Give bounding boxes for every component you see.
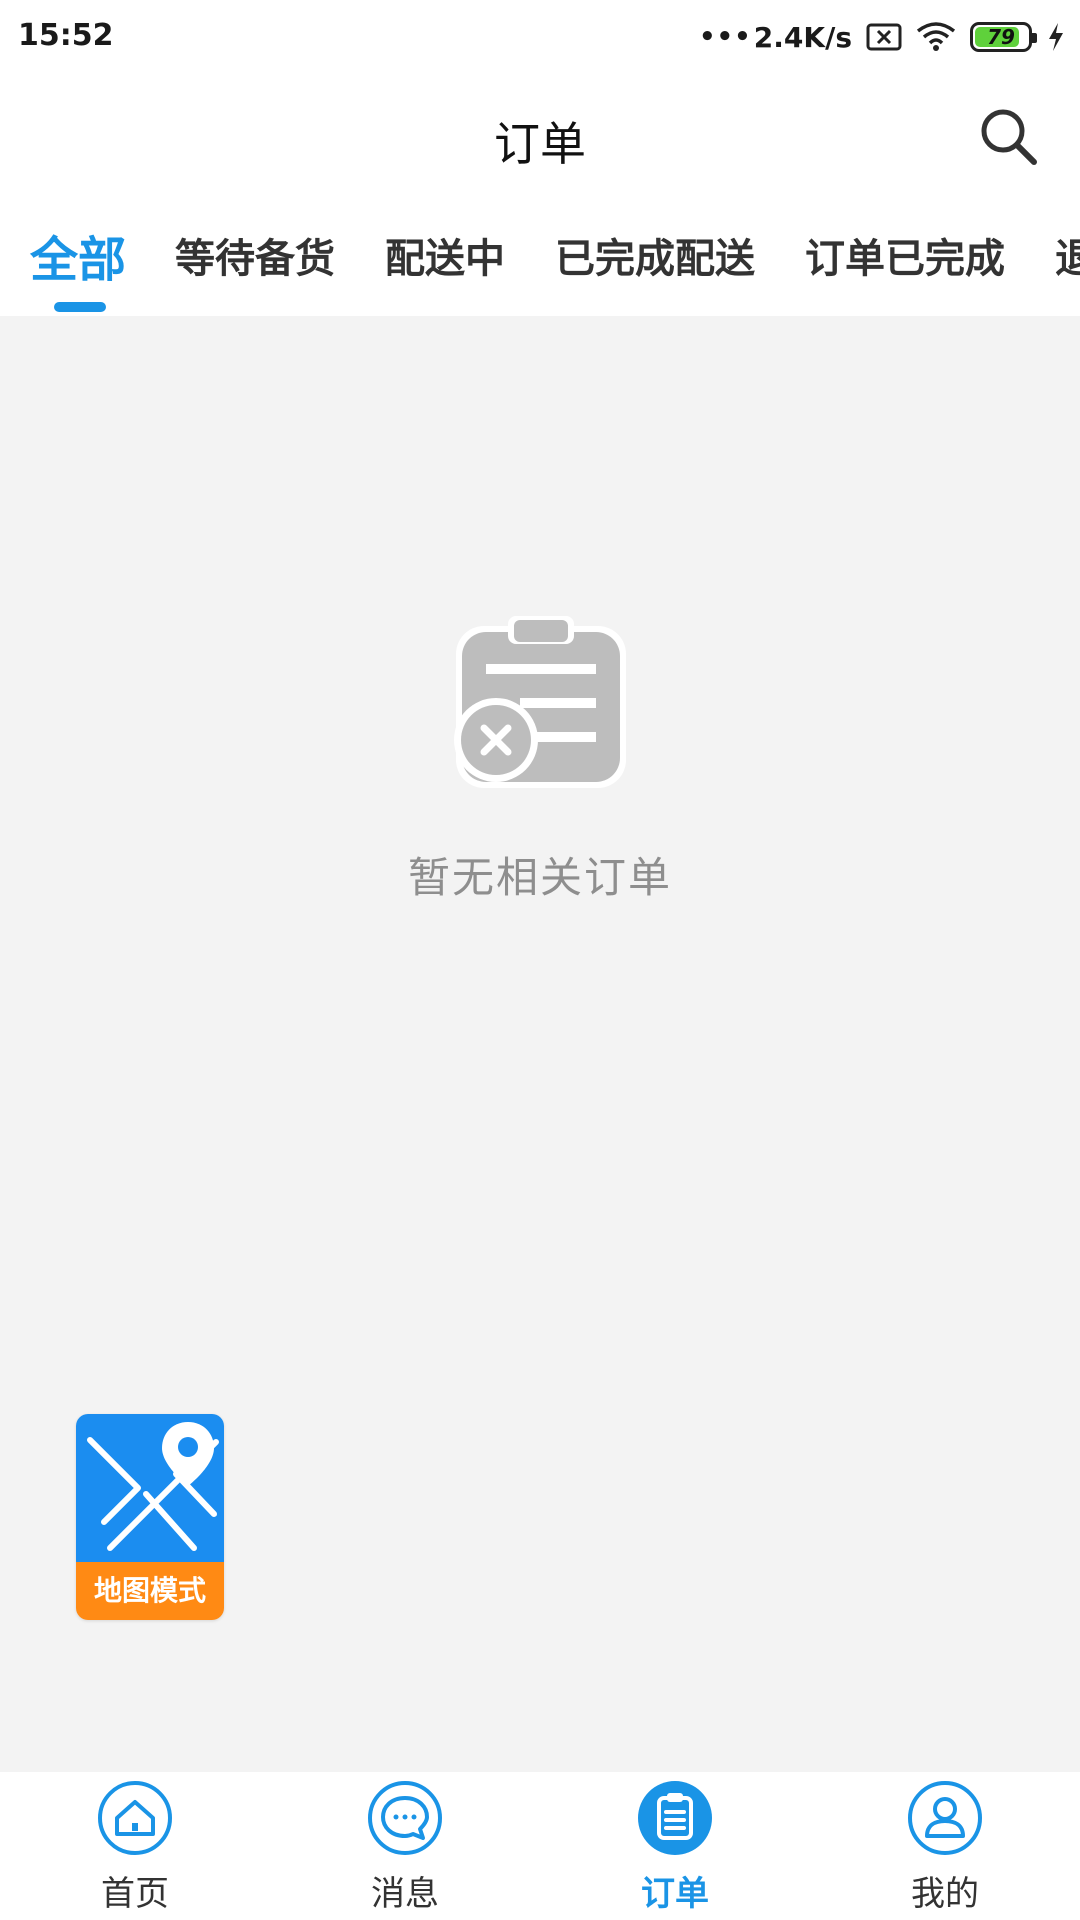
empty-state-text: 暂无相关订单 — [407, 853, 672, 902]
order-list: 暂无相关订单 地图模式 — [0, 316, 1080, 1772]
page-title: 订单 — [494, 117, 586, 171]
nav-home-label: 首页 — [101, 1874, 169, 1914]
active-tab-indicator — [54, 302, 106, 312]
tab-refund[interactable]: 退 — [1055, 226, 1080, 284]
header: 订单 — [0, 74, 1080, 204]
nav-messages[interactable]: 消息 — [270, 1772, 540, 1920]
message-icon — [368, 1781, 442, 1855]
no-sim-icon — [866, 23, 902, 51]
nav-home[interactable]: 首页 — [0, 1772, 270, 1920]
network-speed-text: 2.4K/s — [753, 20, 852, 54]
user-icon — [908, 1781, 982, 1855]
nav-profile-label: 我的 — [911, 1874, 979, 1914]
map-mode-button[interactable]: 地图模式 — [76, 1414, 224, 1620]
tab-awaiting-stock[interactable]: 等待备货 — [175, 226, 335, 284]
nav-orders[interactable]: 订单 — [540, 1772, 810, 1920]
battery-cap — [1032, 33, 1037, 43]
tab-delivering[interactable]: 配送中 — [385, 226, 505, 284]
status-icons: ••• 2.4K/s 79 — [699, 16, 1066, 58]
order-status-tabs: 全部 等待备货 配送中 已完成配送 订单已完成 退 — [0, 204, 1080, 316]
nav-messages-label: 消息 — [371, 1874, 439, 1914]
map-icon-area — [76, 1414, 224, 1562]
network-speed: ••• 2.4K/s — [699, 21, 852, 54]
clipboard-icon — [638, 1781, 712, 1855]
map-mode-label: 地图模式 — [76, 1562, 224, 1620]
clipboard-x-icon — [454, 616, 626, 788]
status-time: 15:52 — [18, 18, 114, 53]
signal-dots: ••• — [698, 22, 752, 52]
tab-order-completed[interactable]: 订单已完成 — [805, 226, 1005, 284]
nav-orders-label: 订单 — [641, 1874, 709, 1914]
battery-indicator: 79 — [970, 22, 1037, 52]
bottom-navigation: 首页 消息 订单 我的 — [0, 1772, 1080, 1920]
nav-profile[interactable]: 我的 — [810, 1772, 1080, 1920]
wifi-icon — [916, 22, 956, 51]
battery-level: 79 — [987, 25, 1015, 49]
tab-delivery-completed[interactable]: 已完成配送 — [555, 226, 755, 284]
home-icon — [98, 1781, 172, 1855]
charging-icon — [1049, 23, 1063, 51]
map-pin-icon — [87, 1422, 219, 1551]
search-icon[interactable] — [976, 104, 1040, 168]
tab-all[interactable]: 全部 — [30, 220, 126, 290]
status-bar: 15:52 ••• 2.4K/s 79 — [0, 0, 1080, 74]
